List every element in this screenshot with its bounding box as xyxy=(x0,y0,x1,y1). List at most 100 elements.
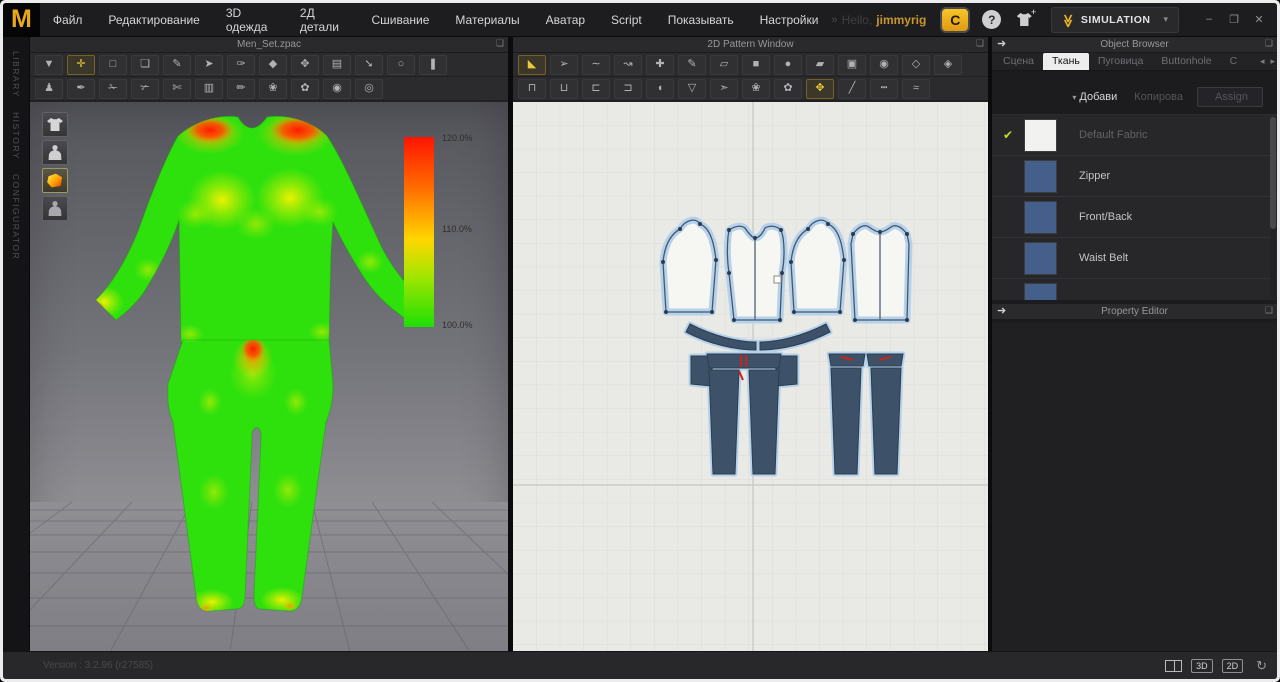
tool-fold-arrangement[interactable]: ▤ xyxy=(323,55,351,75)
tool-attach-to-avatar[interactable]: ✑ xyxy=(227,55,255,75)
detach-panel-icon[interactable]: ❏ xyxy=(1265,38,1273,49)
tool-seam-angle[interactable]: ◈ xyxy=(934,55,962,75)
scrollbar-thumb[interactable] xyxy=(1270,117,1276,229)
menu-item[interactable]: 3D одежда xyxy=(213,3,287,37)
tool-notch[interactable]: ╱ xyxy=(838,79,866,99)
fabric-item[interactable]: Waist Belt xyxy=(992,238,1277,279)
collapse-panel-icon[interactable]: ➜ xyxy=(997,37,1006,50)
tool-edit-curve-point[interactable]: ↝ xyxy=(614,55,642,75)
tool-fabric-print-2d[interactable]: ❀ xyxy=(742,79,770,99)
tool-select-lasso[interactable]: ○ xyxy=(387,55,415,75)
tool-transform-pattern-2d[interactable]: ◣ xyxy=(518,55,546,75)
menu-item[interactable]: Файл xyxy=(40,3,96,37)
tool-button[interactable]: ◉ xyxy=(323,79,351,99)
tool-internal-polygon[interactable]: ▰ xyxy=(806,55,834,75)
tool-polygon[interactable]: ▱ xyxy=(710,55,738,75)
tool-segment-sewing[interactable]: ⊓ xyxy=(518,79,546,99)
tool-add-point[interactable]: ✚ xyxy=(646,55,674,75)
collapse-panel-icon[interactable]: ➜ xyxy=(997,304,1006,317)
menu-item[interactable]: Аватар xyxy=(533,3,598,37)
help-icon[interactable]: ? xyxy=(982,10,1001,29)
fabric-item[interactable]: Zipper xyxy=(992,156,1277,197)
tool-avatar-circumference-tape[interactable]: ✁ xyxy=(99,79,127,99)
detach-panel-icon[interactable]: ❏ xyxy=(496,38,504,49)
tool-fit-garment[interactable]: ◆ xyxy=(259,55,287,75)
assign-button[interactable]: Assign xyxy=(1197,87,1263,107)
tool-internal-circle[interactable]: ◉ xyxy=(870,55,898,75)
tab-fabric[interactable]: Ткань xyxy=(1043,53,1089,70)
2d-pattern-canvas[interactable] xyxy=(513,102,988,651)
tool-multi-free-sewing[interactable]: ⊐ xyxy=(614,79,642,99)
tool-avatar-pose[interactable]: ♟ xyxy=(35,79,63,99)
tool-garment-print[interactable]: ✿ xyxy=(291,79,319,99)
menu-item[interactable]: 2Д детали xyxy=(287,3,359,37)
simulation-button[interactable]: ≫ SIMULATION ▾ xyxy=(1051,7,1179,33)
restore-button[interactable]: ❐ xyxy=(1226,13,1242,26)
tool-avatar-size[interactable]: ▥ xyxy=(195,79,223,99)
tool-sync-arrangement[interactable]: ✥ xyxy=(806,79,834,99)
tab-history[interactable]: HISTORY xyxy=(11,112,21,160)
tool-select-rectangle[interactable]: □ xyxy=(99,55,127,75)
tool-rectangle[interactable]: ■ xyxy=(742,55,770,75)
tab-button[interactable]: Пуговица xyxy=(1089,53,1153,70)
tool-stitch-brush[interactable]: ✏ xyxy=(227,79,255,99)
2d-view-button[interactable]: 2D xyxy=(1222,659,1244,673)
close-button[interactable]: ✕ xyxy=(1251,13,1267,26)
tool-avatar-tape[interactable]: ✒ xyxy=(67,79,95,99)
tab-library[interactable]: LIBRARY xyxy=(11,51,21,98)
menu-item[interactable]: Script xyxy=(598,3,655,37)
tool-tack-on-avatar[interactable]: ➘ xyxy=(355,55,383,75)
tool-fabric-print[interactable]: ❀ xyxy=(259,79,287,99)
tool-free-sewing[interactable]: ⊔ xyxy=(550,79,578,99)
toggle-show-garment[interactable] xyxy=(42,112,68,137)
tool-polygon-pen[interactable]: ✎ xyxy=(678,55,706,75)
tool-show-garment[interactable]: ▽ xyxy=(678,79,706,99)
tab-buttonhole[interactable]: Buttonhole xyxy=(1152,53,1220,70)
tool-multi-segment-sewing[interactable]: ⊏ xyxy=(582,79,610,99)
tab-scroll-right-icon[interactable]: ▸ xyxy=(1270,56,1275,67)
toggle-avatar-display[interactable] xyxy=(42,196,68,221)
copy-button[interactable]: Копирова xyxy=(1131,91,1183,103)
account-username[interactable]: jimmyrig xyxy=(876,13,926,27)
3d-view-button[interactable]: 3D xyxy=(1191,659,1213,673)
detach-panel-icon[interactable]: ❏ xyxy=(1265,305,1273,316)
fabric-scrollbar[interactable] xyxy=(1270,117,1276,298)
clo-cloud-icon[interactable]: C xyxy=(940,7,970,33)
tool-transform-pattern[interactable]: ❏ xyxy=(131,55,159,75)
add-garment-icon[interactable]: + xyxy=(1013,10,1035,30)
refresh-button[interactable]: ↻ xyxy=(1256,658,1267,674)
add-button[interactable]: ▾Добави xyxy=(1072,91,1117,103)
tool-pin[interactable]: ➤ xyxy=(195,55,223,75)
tool-edit-curvature[interactable]: ∼ xyxy=(582,55,610,75)
tab-configurator[interactable]: CONFIGURATOR xyxy=(11,174,21,260)
toggle-stress-map[interactable] xyxy=(42,168,68,193)
menu-item[interactable]: Настройки xyxy=(747,3,832,37)
fabric-item[interactable]: Front/Back xyxy=(992,197,1277,238)
detach-panel-icon[interactable]: ❏ xyxy=(976,38,984,49)
menu-item[interactable]: Показывать xyxy=(655,3,747,37)
3d-viewport[interactable]: 120.0% 110.0% 100.0% xyxy=(30,102,508,651)
tool-seam-steam[interactable]: ◖ xyxy=(646,79,674,99)
tab-more[interactable]: C xyxy=(1221,53,1247,70)
split-view-button[interactable] xyxy=(1165,660,1182,672)
tool-pin-2d[interactable]: ➣ xyxy=(710,79,738,99)
tab-scene[interactable]: Сцена xyxy=(994,53,1043,70)
fabric-item[interactable]: ✔ Default Fabric xyxy=(992,115,1277,156)
tool-avatar-remove-tape[interactable]: ✄ xyxy=(163,79,191,99)
tool-buttonhole[interactable]: ◎ xyxy=(355,79,383,99)
tool-internal-rectangle[interactable]: ▣ xyxy=(838,55,866,75)
toggle-show-avatar[interactable] xyxy=(42,140,68,165)
minimize-button[interactable]: – xyxy=(1201,13,1217,26)
tool-arrangement-points[interactable]: ✥ xyxy=(291,55,319,75)
tool-circle[interactable]: ● xyxy=(774,55,802,75)
tool-grading[interactable]: ┅ xyxy=(870,79,898,99)
tool-edit-pattern-3d[interactable]: ✎ xyxy=(163,55,191,75)
menu-item[interactable]: Редактирование xyxy=(95,3,212,37)
tool-dart[interactable]: ◇ xyxy=(902,55,930,75)
tab-scroll-left-icon[interactable]: ◂ xyxy=(1260,56,1265,67)
tool-elastic[interactable]: ≈ xyxy=(902,79,930,99)
menu-item[interactable]: Сшивание xyxy=(358,3,442,37)
fabric-item[interactable] xyxy=(992,279,1277,300)
tool-pattern-print[interactable]: ✿ xyxy=(774,79,802,99)
tool-avatar-linear-tape[interactable]: ✃ xyxy=(131,79,159,99)
